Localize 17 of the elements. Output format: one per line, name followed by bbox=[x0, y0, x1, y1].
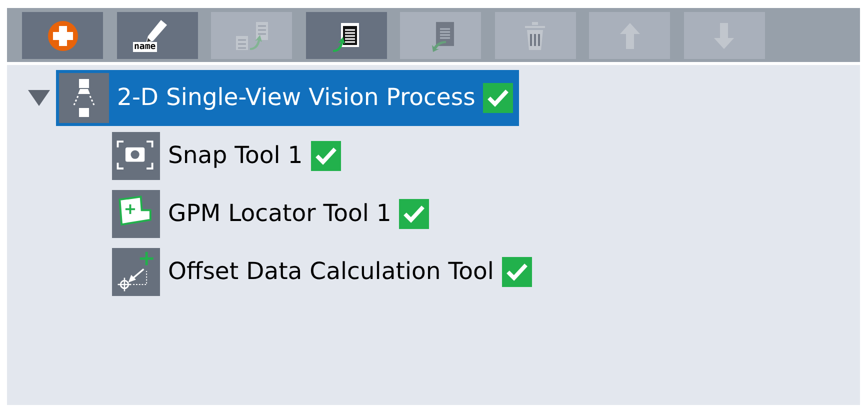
tree-item[interactable]: GPM Locator Tool 1 bbox=[112, 186, 430, 242]
up-arrow-icon bbox=[618, 20, 642, 50]
down-arrow-icon bbox=[712, 20, 736, 50]
add-button[interactable] bbox=[22, 12, 103, 59]
rename-button[interactable]: name bbox=[116, 12, 198, 59]
tree-item-label: Offset Data Calculation Tool bbox=[168, 256, 494, 288]
plus-icon bbox=[46, 20, 78, 52]
tree-item[interactable]: Snap Tool 1 bbox=[112, 128, 341, 184]
expand-toggle-icon[interactable] bbox=[28, 90, 50, 106]
name-tag: name bbox=[133, 42, 157, 52]
copy-list-icon bbox=[234, 20, 270, 52]
paste-button[interactable] bbox=[306, 12, 386, 59]
tree-item[interactable]: 2-D Single-View Vision Process bbox=[56, 70, 520, 126]
tree-item[interactable]: Offset Data Calculation Tool bbox=[112, 244, 532, 300]
tree-item-label: GPM Locator Tool 1 bbox=[168, 198, 392, 230]
tree-item-label: Snap Tool 1 bbox=[168, 140, 303, 172]
tree-item-label: 2-D Single-View Vision Process bbox=[117, 82, 476, 114]
